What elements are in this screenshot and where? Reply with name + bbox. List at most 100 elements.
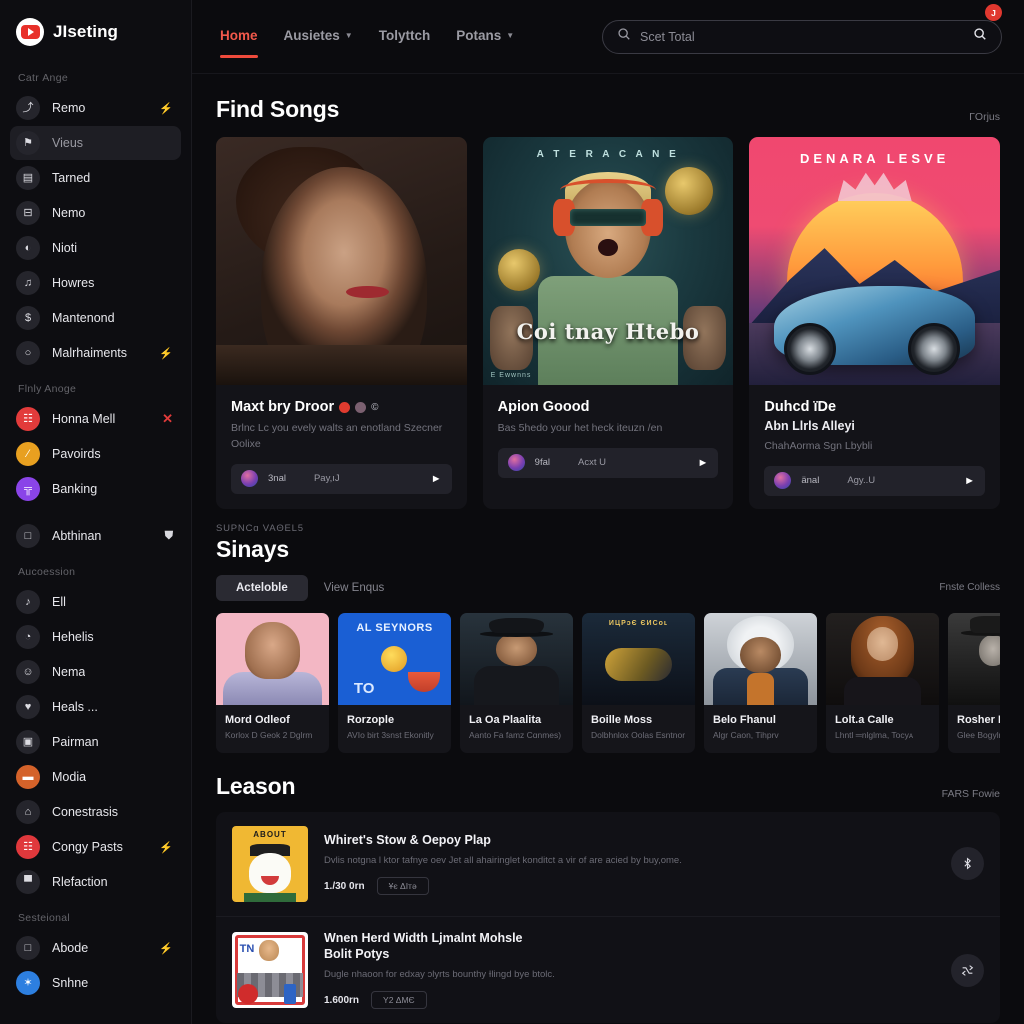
artist-card[interactable]: Rosher Γ Glee Bogylmis — [948, 612, 1000, 753]
artist-image — [216, 612, 329, 705]
artist-meta: Mord Odleof Korlox D Geok 2 Dglrm — [216, 705, 329, 753]
sidebar-item-tarned[interactable]: ▤ Tarned — [10, 161, 181, 195]
sidebar-item-pavoirds[interactable]: ⁄ Pavoirds — [10, 437, 181, 471]
album-art-cosmic-rapper: A T E R A C A N E Coi tnay Htebo E Ewwnn… — [482, 137, 734, 385]
mini-player[interactable]: änal Agy..U ► — [764, 465, 986, 496]
find-songs-header: Find Songs ΓOrjus — [216, 74, 1000, 137]
play-icon[interactable]: ► — [431, 473, 442, 485]
search-submit-icon[interactable] — [973, 27, 987, 46]
sidebar-item-label: Malrhaiments — [52, 346, 128, 360]
content-scroll: Find Songs ΓOrjus Maxt bry Droor © Brlnc… — [192, 74, 1024, 1024]
square-icon: □ — [16, 524, 40, 548]
leason-title: Leason — [216, 772, 296, 799]
search-box[interactable] — [602, 19, 1002, 54]
window-icon: ⊟ — [16, 201, 40, 225]
artists-tabs-link[interactable]: Fnste Colless — [939, 582, 1000, 593]
player-track: Acxt U — [578, 457, 606, 469]
sidebar-item-snhne[interactable]: ✶ Snhne — [10, 966, 181, 1000]
artist-card[interactable]: Lolt.a Calle Lhntl ═nlglma, Tocyᴀ — [826, 612, 939, 753]
sidebar-item-mantenond[interactable]: $ Mantenond — [10, 301, 181, 335]
artist-card[interactable]: AL SEYNORS TO Rorzople AVIo birt 3snst Ekon… — [338, 612, 451, 753]
tab-view-enqus[interactable]: View Enqus — [324, 582, 385, 594]
shuffle-icon[interactable] — [951, 953, 984, 987]
sidebar-item-label: Congy Pasts — [52, 840, 123, 854]
play-icon[interactable]: ► — [697, 457, 708, 469]
sidebar-item-pairman[interactable]: ▣ Pairman — [10, 725, 181, 759]
pin-icon: ⚑ — [16, 131, 40, 155]
artist-name: Lolt.a Calle — [835, 713, 894, 726]
sidebar-group-label: Flnly Anoge — [18, 383, 77, 395]
nav-item-tolyttch[interactable]: Tolyttch — [379, 28, 431, 46]
artist-name: Belo Fhanul — [713, 713, 776, 726]
sidebar-item-malrhaiments[interactable]: ○ Malrhaiments ⚡ — [10, 336, 181, 370]
brand[interactable]: JIseting — [0, 0, 191, 60]
hero-card[interactable]: DENARA LESVE Duhcd ïDe Abn Llrls Alleyi … — [749, 137, 1001, 509]
mini-player[interactable]: 9fal Acxt U ► — [497, 447, 719, 478]
list-item[interactable]: ABOUT Whiret's Stow & Oepoy Plap Dvlis n… — [216, 812, 1000, 917]
artist-card[interactable]: La Oa Plaalita Aanto Fa famz Cɑnmes) — [460, 612, 573, 753]
sidebar-group-label: Sesteional — [18, 912, 71, 924]
sidebar-item-label: Abode — [52, 941, 89, 955]
nav-item-label: Potans — [456, 27, 502, 43]
list-item[interactable]: TN Wnen Herd Width Ljmalnt Mohsle Bolit … — [216, 917, 1000, 1023]
list-item-title: Whiret's Stow & Oepoy Plap — [324, 832, 491, 847]
sidebar-item-howres[interactable]: ♫ Howres — [10, 266, 181, 300]
find-songs-link[interactable]: ΓOrjus — [969, 111, 1000, 123]
tab-acteloble[interactable]: Acteloble — [216, 574, 308, 601]
sidebar-item-congy-pasts[interactable]: ☷ Congy Pasts ⚡ — [10, 830, 181, 864]
youtube-play-logo-icon — [16, 18, 44, 46]
app-root: JIseting Catr Ange ⤴ Remo ⚡ ⚑ Vieus ▤ Tarned ⊟ Ne… — [0, 0, 1024, 1024]
hero-description: Brlnc Lc you evely walts an enotland Sze… — [231, 422, 443, 450]
search-input[interactable] — [640, 29, 964, 44]
artist-image — [948, 612, 1000, 705]
artist-card[interactable]: ИЦРɔЄ ЄИСᴏʟ Boille Moss Dolbhnlox Oolas Es… — [582, 612, 695, 753]
bluetooth-icon[interactable] — [951, 847, 984, 881]
sidebar-item-nioti[interactable]: ◐ Nioti — [10, 231, 181, 265]
sidebar-item-heals[interactable]: ♥ Heals ... — [10, 690, 181, 724]
play-icon[interactable]: ► — [964, 475, 975, 487]
sidebar-item-label: Conestrasis — [52, 805, 118, 819]
square-icon: □ — [16, 936, 40, 960]
sidebar-item-abthinan[interactable]: □ Abthinan ⛊ — [10, 519, 181, 553]
sidebar-item-rlefaction[interactable]: ▀ Rlefaction — [10, 865, 181, 899]
sidebar-item-conestrasis[interactable]: ⌂ Conestrasis — [10, 795, 181, 829]
artists-tabs: Acteloble View Enqus Fnste Colless — [216, 573, 1000, 613]
player-track: Agy..U — [847, 475, 876, 487]
sidebar-item-badge: ✕ — [162, 411, 173, 426]
sidebar-item-vieus[interactable]: ⚑ Vieus — [10, 126, 181, 160]
sidebar-item-nemo[interactable]: ⊟ Nemo — [10, 196, 181, 230]
sidebar-item-label: Snhne — [52, 976, 89, 990]
sidebar-item-nema[interactable]: ☺ Nema — [10, 655, 181, 689]
sidebar-item-hehelis[interactable]: ◔ Hehelis — [10, 620, 181, 654]
nav-item-ausietes[interactable]: Ausietes ▼ — [284, 28, 353, 46]
artist-card[interactable]: Mord Odleof Korlox D Geok 2 Dglrm — [216, 612, 329, 753]
sidebar-item-modia[interactable]: ▬ Modia — [10, 760, 181, 794]
artist-card[interactable]: Belo Fhanul Algr Caon, Tihprv — [704, 612, 817, 753]
artist-subtitle: Aanto Fa famz Cɑnmes) — [469, 729, 562, 740]
sidebar-item-badge: ⚡ — [159, 347, 173, 360]
nav-item-potans[interactable]: Potans ▼ — [456, 28, 514, 46]
album-art-synthwave-car: DENARA LESVE — [749, 137, 1001, 385]
sidebar-item-abode[interactable]: □ Abode ⚡ — [10, 931, 181, 965]
art-overlay-title: Coi tnay Htebo — [516, 319, 700, 345]
archive-icon: ▤ — [16, 166, 40, 190]
sidebar-group-label: Aucoession — [18, 566, 76, 578]
sidebar-item-remo[interactable]: ⤴ Remo ⚡ — [10, 91, 181, 125]
sidebar-item-ell[interactable]: ♪ Ell — [10, 585, 181, 619]
list-item-description: Dvlis notgna l ktor tafnye oev Jet all a… — [324, 854, 682, 866]
nav-item-home[interactable]: Home — [220, 28, 258, 58]
hero-card[interactable]: A T E R A C A N E Coi tnay Htebo E Ewwnn… — [482, 137, 734, 509]
sidebar-item-honna-mell[interactable]: ☷ Honna Mell ✕ — [10, 402, 181, 436]
artist-subtitle: AVIo birt 3snst Ekonitly — [347, 729, 434, 740]
notification-badge[interactable]: J — [985, 4, 1002, 21]
sidebar-item-banking[interactable]: ╦ Banking — [10, 472, 181, 506]
page-title: Find Songs — [216, 96, 340, 122]
artist-subtitle: Dolbhnlox Oolas Esntnor — [591, 729, 686, 740]
player-track: Pay,ıJ — [313, 473, 340, 484]
leason-header: Leason FARS Fowie — [216, 753, 1000, 810]
hero-title: Apion Goood — [497, 399, 590, 415]
leason-link[interactable]: FARS Fowie — [942, 788, 1000, 800]
hero-card[interactable]: Maxt bry Droor © Brlnc Lc you evely walt… — [216, 137, 467, 509]
mini-player[interactable]: 3nal Pay,ıJ ► — [231, 463, 452, 494]
